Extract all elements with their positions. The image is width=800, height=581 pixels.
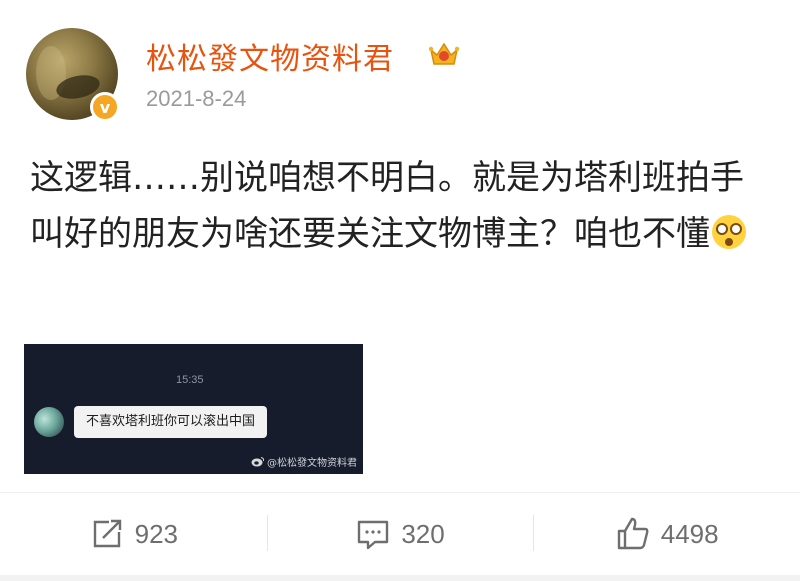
avatar[interactable]: v bbox=[26, 28, 122, 124]
image-watermark-text: @松松發文物资料君 bbox=[267, 458, 357, 469]
post-header: v 松松發文物资料君 2021-8-24 bbox=[0, 0, 800, 125]
action-bar: 923 320 4498 bbox=[0, 493, 800, 575]
comment-icon bbox=[358, 520, 389, 550]
like-count: 4498 bbox=[660, 518, 719, 549]
verified-badge-icon: v bbox=[90, 92, 120, 122]
username[interactable]: 松松發文物资料君 bbox=[146, 34, 394, 78]
bottom-separator bbox=[0, 575, 800, 581]
image-watermark: @松松發文物资料君 bbox=[251, 454, 357, 469]
repost-icon bbox=[93, 519, 121, 548]
attached-image[interactable]: 15:35 不喜欢塔利班你可以滚出中国 @松松發文物资料君 bbox=[24, 344, 363, 474]
post-text-content: 这逻辑……别说咱想不明白。就是为塔利班拍手叫好的朋友为啥还要关注文物博主？咱也不… bbox=[30, 158, 744, 254]
repost-button[interactable]: 923 bbox=[0, 493, 267, 575]
weibo-logo-icon bbox=[251, 457, 265, 467]
comment-button[interactable]: 320 bbox=[266, 493, 534, 575]
dizzy-face-emoji-icon bbox=[712, 215, 746, 249]
vip-crown-icon bbox=[428, 42, 460, 65]
like-button[interactable]: 4498 bbox=[533, 493, 800, 575]
image-chat-avatar bbox=[34, 407, 64, 437]
post-date: 2021-8-24 bbox=[146, 86, 247, 111]
repost-count: 923 bbox=[134, 518, 179, 549]
post-text: 这逻辑……别说咱想不明白。就是为塔利班拍手叫好的朋友为啥还要关注文物博主？咱也不… bbox=[30, 150, 775, 262]
image-chat-time: 15:35 bbox=[176, 374, 204, 386]
image-chat-bubble: 不喜欢塔利班你可以滚出中国 bbox=[74, 406, 268, 438]
comment-count: 320 bbox=[401, 518, 445, 549]
thumbs-up-icon bbox=[617, 517, 649, 550]
